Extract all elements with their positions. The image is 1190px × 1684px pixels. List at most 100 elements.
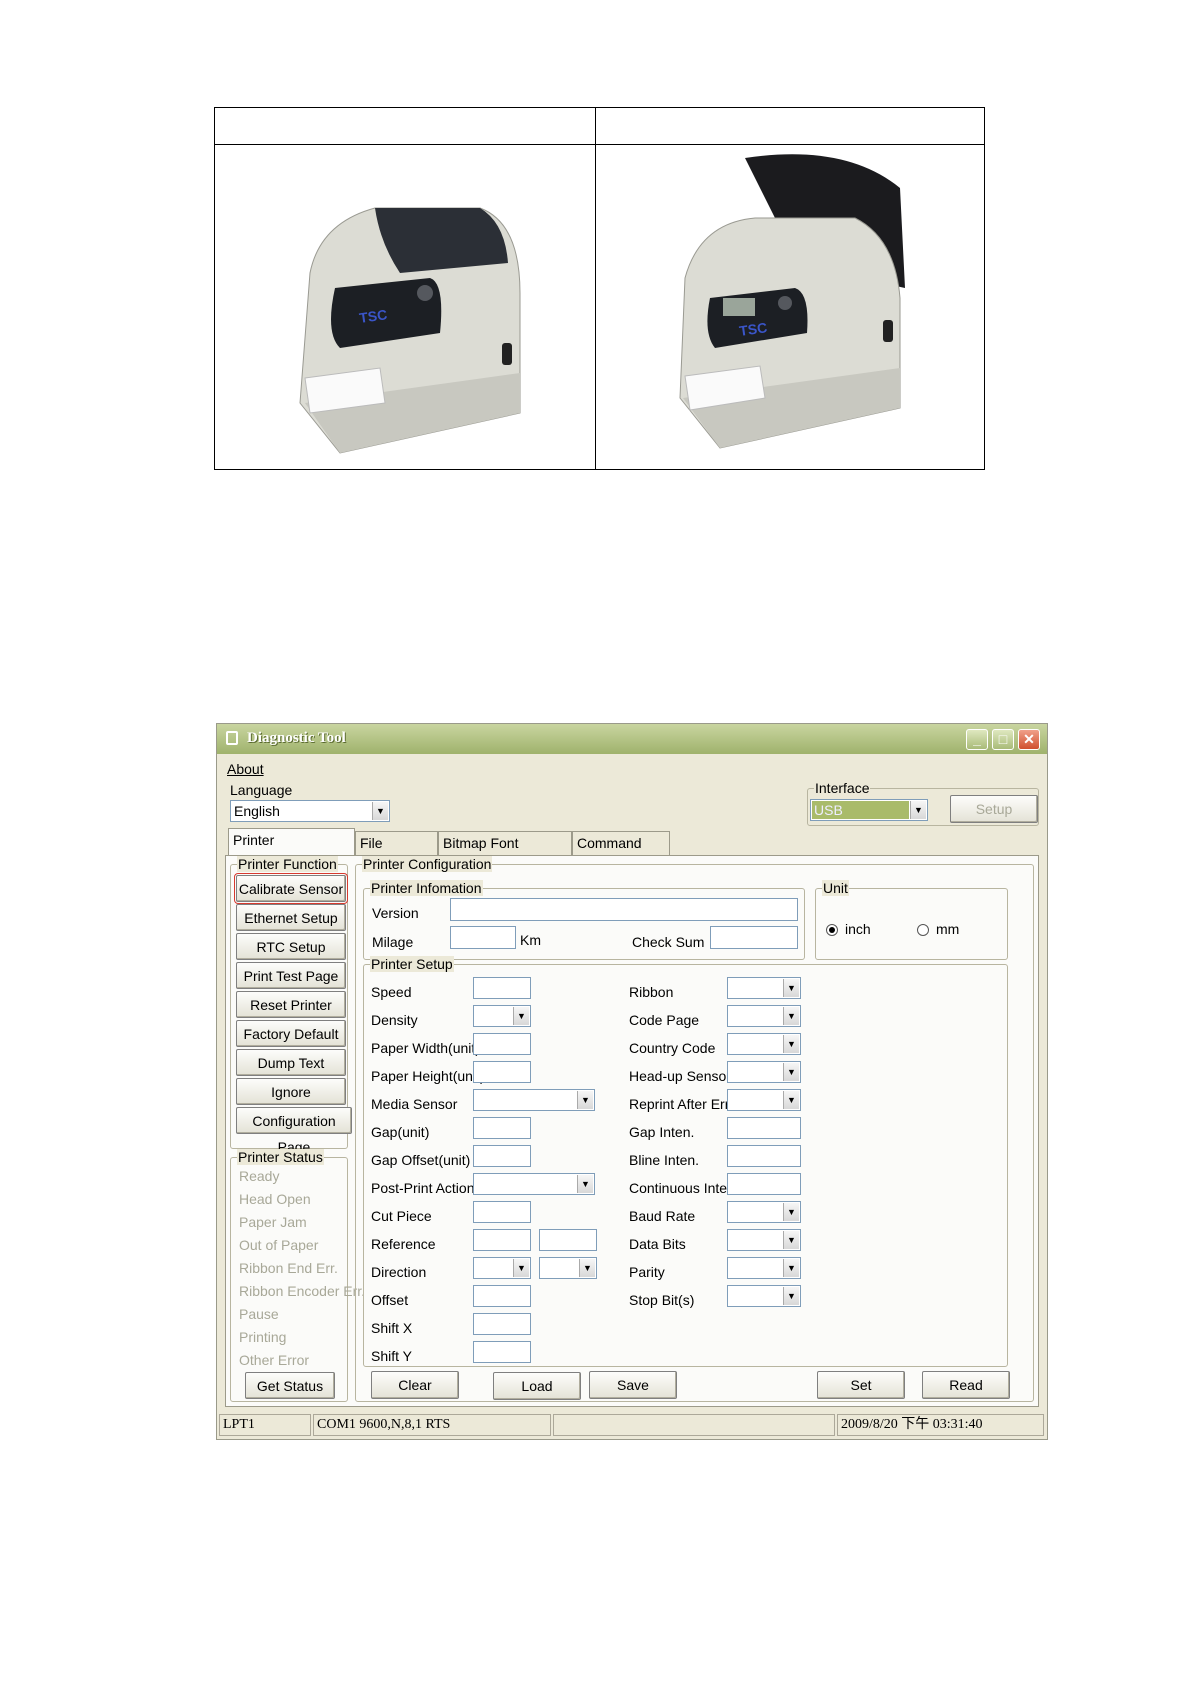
status-bar-empty — [553, 1414, 835, 1436]
data-bits-label: Data Bits — [629, 1236, 686, 1252]
density-label: Density — [371, 1012, 418, 1028]
chevron-down-icon: ▼ — [783, 1035, 799, 1053]
check-sum-label: Check Sum — [632, 934, 705, 950]
clear-button[interactable]: Clear — [371, 1371, 459, 1399]
chevron-down-icon: ▼ — [783, 1063, 799, 1081]
cut-piece-field[interactable] — [473, 1201, 531, 1223]
continuous-inten-label: Continuous Inten. — [629, 1180, 739, 1196]
calibrate-sensor-button[interactable]: Calibrate Sensor — [234, 873, 348, 904]
printer-photo-table: TSC TSC — [214, 107, 985, 470]
parity-label: Parity — [629, 1264, 665, 1280]
chevron-down-icon: ▼ — [910, 801, 926, 819]
minimize-button[interactable]: _ — [966, 729, 988, 750]
set-button[interactable]: Set — [817, 1371, 905, 1399]
language-value: English — [234, 803, 280, 819]
ignore-auto-bas-button[interactable]: Ignore AUTO.BAS — [236, 1078, 346, 1126]
paper-height-field[interactable] — [473, 1061, 531, 1083]
dump-text-button[interactable]: Dump Text — [236, 1049, 346, 1076]
check-sum-field[interactable] — [710, 926, 798, 949]
offset-field[interactable] — [473, 1285, 531, 1307]
interface-select[interactable]: USB ▼ — [810, 799, 928, 821]
language-select[interactable]: English ▼ — [230, 800, 390, 822]
ribbon-select[interactable]: ▼ — [727, 977, 801, 999]
status-out-of-paper: Out of Paper — [239, 1237, 319, 1253]
code-page-select[interactable]: ▼ — [727, 1005, 801, 1027]
bline-inten-label: Bline Inten. — [629, 1152, 700, 1168]
reset-printer-button[interactable]: Reset Printer — [236, 991, 346, 1018]
direction-select[interactable]: ▼ — [473, 1257, 531, 1279]
head-up-sensor-select[interactable]: ▼ — [727, 1061, 801, 1083]
shift-y-label: Shift Y — [371, 1348, 412, 1364]
cut-piece-label: Cut Piece — [371, 1208, 432, 1224]
chevron-down-icon: ▼ — [783, 1007, 799, 1025]
shift-x-field[interactable] — [473, 1313, 531, 1335]
baud-rate-label: Baud Rate — [629, 1208, 696, 1224]
interface-label: Interface — [814, 780, 871, 796]
gap-inten-field[interactable] — [727, 1117, 801, 1139]
gap-offset-label: Gap Offset(unit) — [371, 1152, 471, 1168]
milage-field[interactable] — [450, 926, 516, 949]
close-icon: ✕ — [1023, 731, 1035, 747]
bline-inten-field[interactable] — [727, 1145, 801, 1167]
version-field[interactable] — [450, 898, 798, 921]
tab-command-tool[interactable]: Command Tool — [572, 831, 670, 873]
parity-select[interactable]: ▼ — [727, 1257, 801, 1279]
menu-about[interactable]: About — [227, 761, 264, 777]
setup-button[interactable]: Setup — [950, 795, 1038, 823]
close-button[interactable]: ✕ — [1018, 729, 1040, 750]
unit-inch-radio[interactable] — [826, 924, 838, 936]
diagnostic-tool-window: Diagnostic Tool _ □ ✕ About Language Eng… — [216, 723, 1048, 1440]
shift-y-field[interactable] — [473, 1341, 531, 1363]
chevron-down-icon: ▼ — [783, 1231, 799, 1249]
load-button[interactable]: Load — [493, 1372, 581, 1400]
status-head-open: Head Open — [239, 1191, 311, 1207]
tab-bitmap-font-manager[interactable]: Bitmap Font Manager — [438, 831, 572, 873]
data-bits-select[interactable]: ▼ — [727, 1229, 801, 1251]
stop-bits-select[interactable]: ▼ — [727, 1285, 801, 1307]
reference-x-field[interactable] — [473, 1229, 531, 1251]
chevron-down-icon: ▼ — [783, 1203, 799, 1221]
media-sensor-label: Media Sensor — [371, 1096, 458, 1112]
rtc-setup-button[interactable]: RTC Setup — [236, 933, 346, 960]
printer-photo-right: TSC — [679, 154, 905, 449]
country-code-select[interactable]: ▼ — [727, 1033, 801, 1055]
printer-configuration-label: Printer Configuration — [362, 856, 493, 872]
reference-y-field[interactable] — [539, 1229, 597, 1251]
chevron-down-icon: ▼ — [577, 1175, 593, 1193]
save-button[interactable]: Save — [589, 1371, 677, 1399]
km-label: Km — [520, 932, 541, 948]
status-ribbon-end-err: Ribbon End Err. — [239, 1260, 338, 1276]
status-paper-jam: Paper Jam — [239, 1214, 307, 1230]
minimize-icon: _ — [973, 731, 981, 747]
offset-label: Offset — [371, 1292, 409, 1308]
continuous-inten-field[interactable] — [727, 1173, 801, 1195]
unit-mm-radio[interactable] — [917, 924, 929, 936]
read-button[interactable]: Read — [922, 1371, 1010, 1399]
ribbon-label: Ribbon — [629, 984, 674, 1000]
gap-offset-field[interactable] — [473, 1145, 531, 1167]
reprint-after-error-label: Reprint After Error — [629, 1096, 742, 1112]
media-sensor-select[interactable]: ▼ — [473, 1089, 595, 1111]
print-test-page-button[interactable]: Print Test Page — [236, 962, 346, 989]
chevron-down-icon: ▼ — [513, 1007, 529, 1025]
tab-file-manager[interactable]: File Manager — [355, 831, 438, 873]
reference-label: Reference — [371, 1236, 436, 1252]
speed-field[interactable] — [473, 977, 531, 999]
gap-field[interactable] — [473, 1117, 531, 1139]
reprint-after-error-select[interactable]: ▼ — [727, 1089, 801, 1111]
mirror-select[interactable]: ▼ — [539, 1257, 597, 1279]
paper-width-field[interactable] — [473, 1033, 531, 1055]
baud-rate-select[interactable]: ▼ — [727, 1201, 801, 1223]
status-ready: Ready — [239, 1168, 280, 1184]
maximize-button[interactable]: □ — [992, 729, 1014, 750]
get-status-button[interactable]: Get Status — [245, 1372, 335, 1399]
printer-photo-left: TSC — [299, 207, 521, 454]
ethernet-setup-button[interactable]: Ethernet Setup — [236, 904, 346, 931]
table-header-row — [215, 108, 984, 145]
configuration-page-button[interactable]: Configuration Page — [236, 1107, 352, 1155]
chevron-down-icon: ▼ — [577, 1091, 593, 1109]
factory-default-button[interactable]: Factory Default — [236, 1020, 346, 1047]
post-print-action-select[interactable]: ▼ — [473, 1173, 595, 1195]
density-select[interactable]: ▼ — [473, 1005, 531, 1027]
tab-printer-configuration[interactable]: Printer Configuration — [228, 828, 355, 870]
